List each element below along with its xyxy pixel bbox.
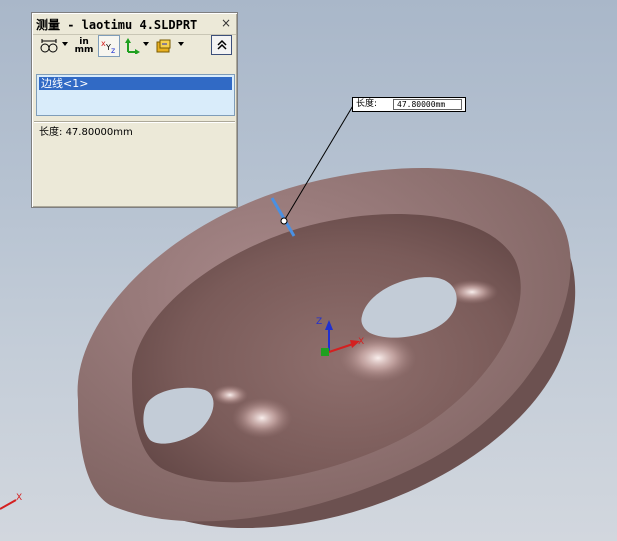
measure-panel: 测量 - laotimu 4.SLDPRT × in mm x Y z 边线<1… [31,12,238,208]
measure-title: 测量 - laotimu 4.SLDPRT [36,18,198,32]
corner-x-label: X [16,493,22,503]
show-xyz-button[interactable]: x Y z [98,35,120,57]
svg-text:z: z [111,46,115,54]
projection-icon [156,39,171,53]
length-label: 长度: [39,127,63,138]
measure-callout[interactable]: 长度: 47.80000mm [352,97,466,112]
projection-button[interactable] [154,35,174,57]
point-axes-icon [125,38,140,54]
units-precision-button[interactable]: in mm [73,35,95,57]
point-coordinates-button[interactable] [122,35,142,57]
length-result: 长度: 47.80000mm [39,123,133,138]
triad-z-label: Z [316,317,322,327]
close-button[interactable]: × [219,16,233,30]
selection-item[interactable]: 边线<1> [39,77,232,90]
collapse-button[interactable] [211,35,232,55]
chevron-up-icon [216,39,227,50]
triad-x-label: X [358,337,364,347]
measure-titlebar[interactable]: 测量 - laotimu 4.SLDPRT × [33,14,236,35]
length-value: 47.80000mm [65,127,133,138]
projection-dropdown-icon[interactable] [178,42,184,46]
view-orientation-triad: X [0,493,22,510]
arc-circle-measure-button[interactable] [38,35,60,57]
measure-toolbar: in mm x Y z [36,35,233,59]
coordinate-dropdown-icon[interactable] [143,42,149,46]
arc-circle-measure-icon [40,39,58,53]
arc-options-dropdown-icon[interactable] [62,42,68,46]
callout-value: 47.80000mm [393,99,462,110]
xyz-measurements-icon: x Y z [101,39,115,54]
callout-label: 长度: [356,99,378,109]
selection-list[interactable]: 边线<1> [36,74,235,116]
units-mm-label: mm [74,45,94,55]
callout-anchor [280,217,288,225]
